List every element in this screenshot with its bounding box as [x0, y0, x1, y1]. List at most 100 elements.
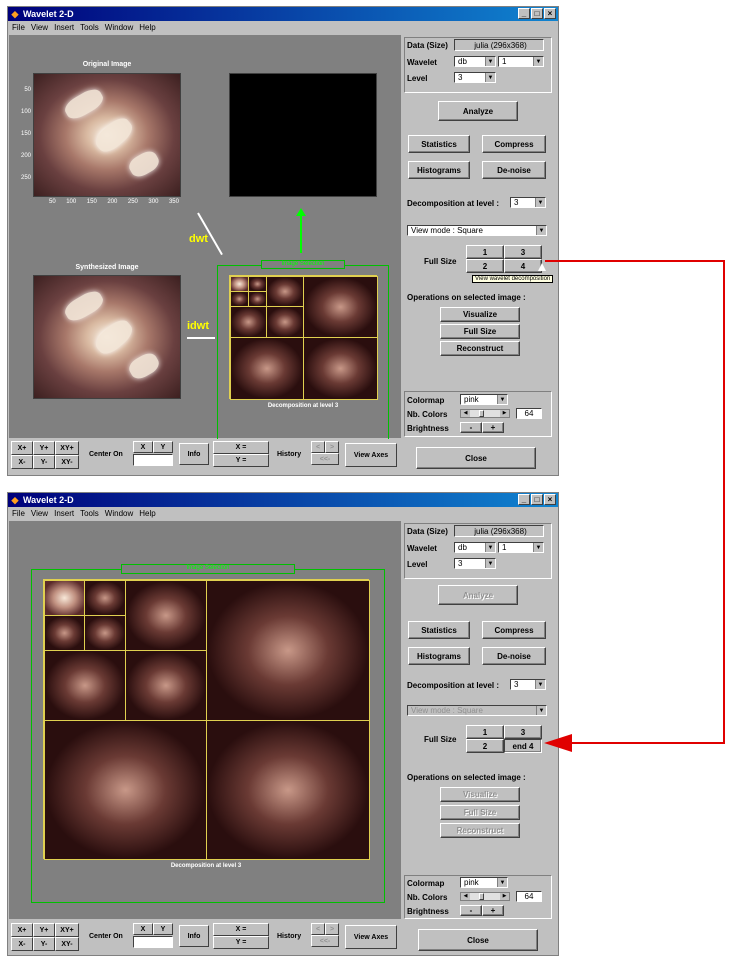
center-on-input[interactable]: [133, 936, 173, 948]
detail-h3[interactable]: [84, 580, 126, 616]
detail-v3[interactable]: [230, 291, 249, 307]
visualize-button[interactable]: Visualize: [440, 307, 520, 322]
colormap-select[interactable]: pink ▼: [460, 394, 508, 405]
nb-colors-slider[interactable]: ◀ ▶: [460, 409, 510, 418]
reconstruct-button[interactable]: Reconstruct: [440, 823, 520, 838]
y-plus-button[interactable]: Y+: [33, 923, 55, 937]
detail-d1[interactable]: [303, 337, 378, 400]
detail-h2[interactable]: [125, 580, 207, 651]
menu-file[interactable]: File: [12, 509, 25, 518]
full-size-3-button[interactable]: 3: [504, 245, 542, 259]
menu-view[interactable]: View: [31, 23, 48, 32]
close-button[interactable]: Close: [416, 447, 536, 469]
minimize-button[interactable]: _: [518, 8, 530, 19]
menu-tools[interactable]: Tools: [80, 509, 99, 518]
x-minus-button[interactable]: X-: [11, 455, 33, 469]
xy-minus-button[interactable]: XY-: [55, 455, 79, 469]
detail-h1[interactable]: [303, 276, 378, 338]
compress-button[interactable]: Compress: [482, 621, 546, 639]
menu-tools[interactable]: Tools: [80, 23, 99, 32]
menu-help[interactable]: Help: [139, 509, 155, 518]
history-back-button[interactable]: <: [311, 923, 325, 935]
detail-v2[interactable]: [230, 306, 267, 338]
level-select[interactable]: 3 ▼: [454, 72, 496, 83]
view-axes-button[interactable]: View Axes: [345, 443, 397, 467]
decomposition-view-fullsize[interactable]: [43, 579, 370, 860]
detail-d2[interactable]: [125, 650, 207, 721]
visualize-button[interactable]: Visualize: [440, 787, 520, 802]
menu-view[interactable]: View: [31, 509, 48, 518]
denoise-button[interactable]: De-noise: [482, 647, 546, 665]
nb-colors-slider[interactable]: ◀ ▶: [460, 892, 510, 901]
brightness-minus-button[interactable]: -: [460, 422, 482, 433]
wavelet-family-select[interactable]: db ▼: [454, 542, 496, 553]
close-window-button[interactable]: ×: [544, 494, 556, 505]
detail-h2[interactable]: [266, 276, 304, 307]
decomp-level-select[interactable]: 3 ▼: [510, 679, 546, 690]
y-minus-button[interactable]: Y-: [33, 937, 55, 951]
center-y-button[interactable]: Y: [153, 923, 173, 935]
arrow-right-icon[interactable]: ▶: [500, 893, 509, 900]
full-size-button[interactable]: Full Size: [440, 805, 520, 820]
detail-d3[interactable]: [248, 291, 267, 307]
nb-colors-input[interactable]: 64: [516, 891, 542, 902]
xy-plus-button[interactable]: XY+: [55, 441, 79, 455]
xy-plus-button[interactable]: XY+: [55, 923, 79, 937]
full-size-1-button[interactable]: 1: [466, 725, 504, 739]
decomposition-view[interactable]: [229, 275, 378, 400]
menu-insert[interactable]: Insert: [54, 23, 74, 32]
full-size-button[interactable]: Full Size: [440, 324, 520, 339]
center-x-button[interactable]: X: [133, 441, 153, 453]
detail-v3[interactable]: [44, 615, 85, 651]
view-mode-select[interactable]: View mode : Square ▼: [407, 705, 547, 716]
arrow-left-icon[interactable]: ◀: [461, 410, 470, 417]
close-button[interactable]: Close: [418, 929, 538, 951]
detail-v2[interactable]: [44, 650, 126, 721]
history-forward-button[interactable]: >: [325, 923, 339, 935]
statistics-button[interactable]: Statistics: [408, 621, 470, 639]
view-axes-button[interactable]: View Axes: [345, 925, 397, 949]
close-window-button[interactable]: ×: [544, 8, 556, 19]
maximize-button[interactable]: □: [531, 8, 543, 19]
brightness-plus-button[interactable]: +: [482, 905, 504, 916]
full-size-4-button[interactable]: 4: [504, 259, 542, 273]
denoise-button[interactable]: De-noise: [482, 161, 546, 179]
history-reset-button[interactable]: <<-: [311, 453, 339, 465]
wavelet-order-select[interactable]: 1 ▼: [498, 56, 544, 67]
center-y-button[interactable]: Y: [153, 441, 173, 453]
arrow-left-icon[interactable]: ◀: [461, 893, 470, 900]
arrow-right-icon[interactable]: ▶: [500, 410, 509, 417]
histograms-button[interactable]: Histograms: [408, 161, 470, 179]
original-image[interactable]: [33, 73, 181, 197]
detail-d3[interactable]: [84, 615, 126, 651]
detail-v1[interactable]: [230, 337, 304, 400]
info-button[interactable]: Info: [179, 925, 209, 947]
menu-insert[interactable]: Insert: [54, 509, 74, 518]
x-plus-button[interactable]: X+: [11, 441, 33, 455]
reconstruct-button[interactable]: Reconstruct: [440, 341, 520, 356]
colormap-select[interactable]: pink ▼: [460, 877, 508, 888]
menu-window[interactable]: Window: [105, 23, 133, 32]
analyze-button[interactable]: Analyze: [438, 585, 518, 605]
history-reset-button[interactable]: <<-: [311, 935, 339, 947]
x-minus-button[interactable]: X-: [11, 937, 33, 951]
wavelet-family-select[interactable]: db ▼: [454, 56, 496, 67]
statistics-button[interactable]: Statistics: [408, 135, 470, 153]
menu-file[interactable]: File: [12, 23, 25, 32]
brightness-minus-button[interactable]: -: [460, 905, 482, 916]
compress-button[interactable]: Compress: [482, 135, 546, 153]
nb-colors-input[interactable]: 64: [516, 408, 542, 419]
detail-v1[interactable]: [44, 720, 207, 860]
brightness-plus-button[interactable]: +: [482, 422, 504, 433]
approx-coeffs[interactable]: [230, 276, 249, 292]
level-select[interactable]: 3 ▼: [454, 558, 496, 569]
synthesized-image[interactable]: [33, 275, 181, 399]
selected-image-display[interactable]: [229, 73, 377, 197]
y-minus-button[interactable]: Y-: [33, 455, 55, 469]
histograms-button[interactable]: Histograms: [408, 647, 470, 665]
info-button[interactable]: Info: [179, 443, 209, 465]
full-size-2-button[interactable]: 2: [466, 259, 504, 273]
full-size-1-button[interactable]: 1: [466, 245, 504, 259]
full-size-3-button[interactable]: 3: [504, 725, 542, 739]
full-size-2-button[interactable]: 2: [466, 739, 504, 753]
